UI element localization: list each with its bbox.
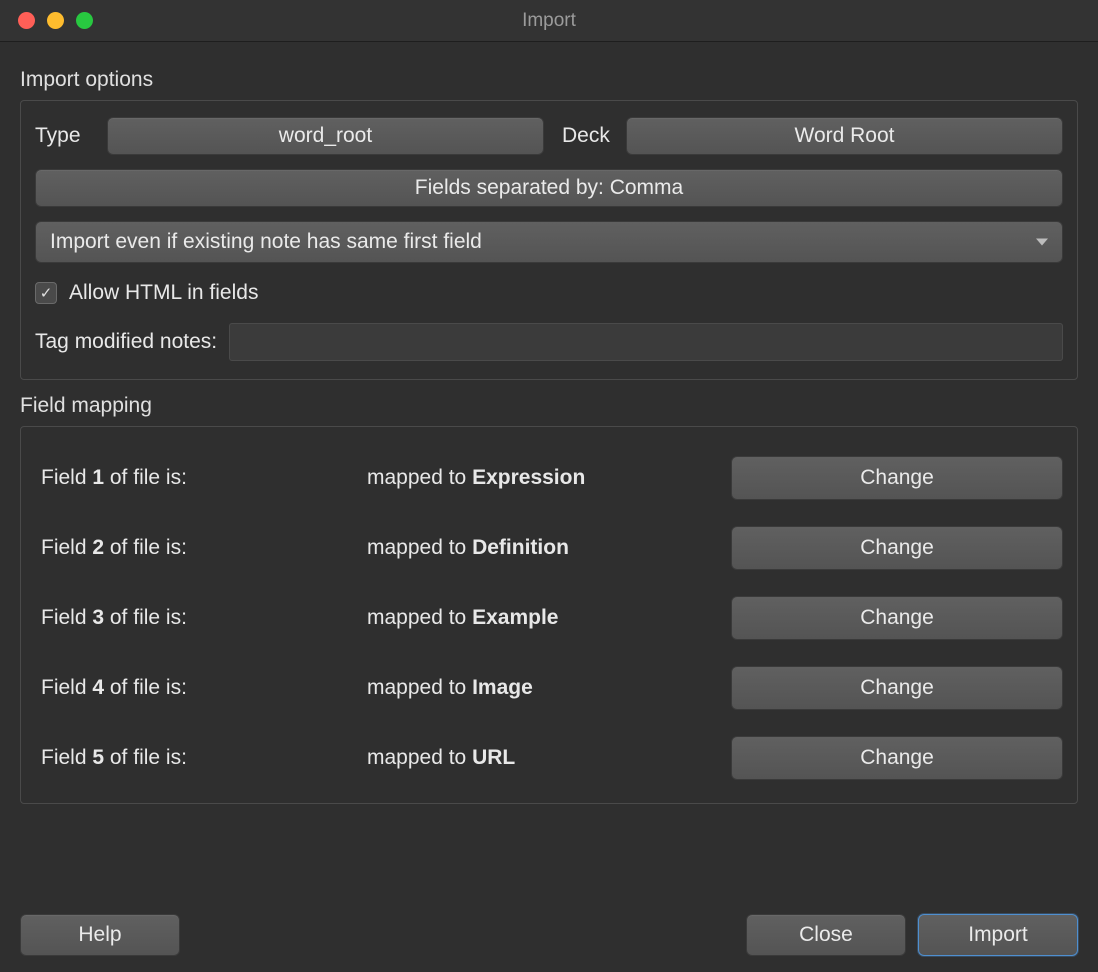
close-button[interactable]: Close — [746, 914, 906, 956]
field-mapping-panel: Field 1 of file is:mapped to ExpressionC… — [20, 426, 1078, 804]
field-mapping-row: Field 3 of file is:mapped to ExampleChan… — [35, 595, 1063, 641]
separator-button-label: Fields separated by: Comma — [415, 176, 683, 200]
field-target-label: mapped to Expression — [367, 466, 731, 490]
import-options-panel: Type word_root Deck Word Root Fields sep… — [20, 100, 1078, 380]
window-controls — [0, 12, 93, 29]
help-button[interactable]: Help — [20, 914, 180, 956]
import-options-label: Import options — [20, 68, 1078, 92]
chevron-down-icon — [1036, 239, 1048, 246]
field-source-label: Field 3 of file is: — [35, 606, 367, 630]
deck-value: Word Root — [795, 124, 895, 148]
field-mapping-row: Field 1 of file is:mapped to ExpressionC… — [35, 455, 1063, 501]
maximize-window-icon[interactable] — [76, 12, 93, 29]
deck-label: Deck — [556, 124, 614, 148]
titlebar: Import — [0, 0, 1098, 42]
change-mapping-button[interactable]: Change — [731, 666, 1063, 710]
import-button[interactable]: Import — [918, 914, 1078, 956]
update-mode-value: Import even if existing note has same fi… — [50, 230, 482, 254]
type-label: Type — [35, 124, 95, 148]
field-mapping-row: Field 5 of file is:mapped to URLChange — [35, 735, 1063, 781]
update-mode-dropdown[interactable]: Import even if existing note has same fi… — [35, 221, 1063, 263]
allow-html-label: Allow HTML in fields — [69, 281, 258, 305]
change-mapping-button[interactable]: Change — [731, 596, 1063, 640]
field-source-label: Field 4 of file is: — [35, 676, 367, 700]
separator-button[interactable]: Fields separated by: Comma — [35, 169, 1063, 207]
deck-button[interactable]: Word Root — [626, 117, 1063, 155]
change-mapping-button[interactable]: Change — [731, 456, 1063, 500]
window-title: Import — [0, 10, 1098, 32]
field-source-label: Field 5 of file is: — [35, 746, 367, 770]
field-target-label: mapped to Example — [367, 606, 731, 630]
minimize-window-icon[interactable] — [47, 12, 64, 29]
dialog-footer: Help Close Import — [20, 914, 1078, 956]
field-target-label: mapped to Image — [367, 676, 731, 700]
field-target-label: mapped to Definition — [367, 536, 731, 560]
field-target-label: mapped to URL — [367, 746, 731, 770]
field-source-label: Field 2 of file is: — [35, 536, 367, 560]
field-source-label: Field 1 of file is: — [35, 466, 367, 490]
field-mapping-row: Field 2 of file is:mapped to DefinitionC… — [35, 525, 1063, 571]
allow-html-checkbox[interactable]: ✓ — [35, 282, 57, 304]
field-mapping-row: Field 4 of file is:mapped to ImageChange — [35, 665, 1063, 711]
change-mapping-button[interactable]: Change — [731, 526, 1063, 570]
note-type-value: word_root — [279, 124, 372, 148]
field-mapping-label: Field mapping — [20, 394, 1078, 418]
note-type-button[interactable]: word_root — [107, 117, 544, 155]
tag-modified-input[interactable] — [229, 323, 1063, 361]
close-window-icon[interactable] — [18, 12, 35, 29]
tag-modified-label: Tag modified notes: — [35, 330, 217, 354]
change-mapping-button[interactable]: Change — [731, 736, 1063, 780]
